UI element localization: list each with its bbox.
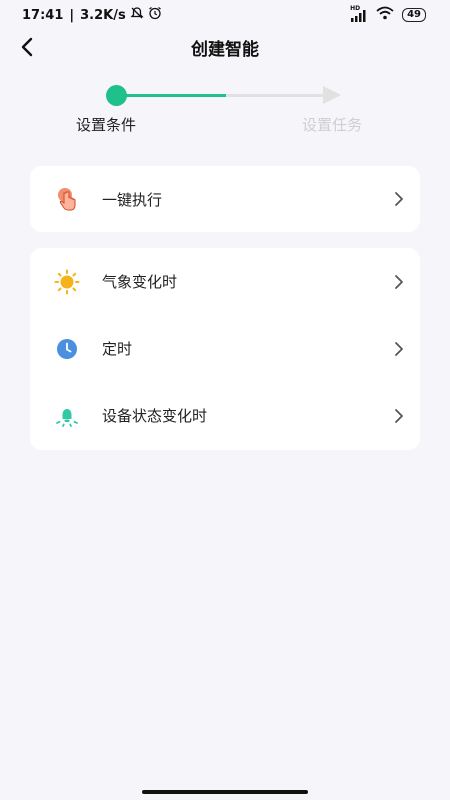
step-label-tasks: 设置任务: [302, 116, 363, 134]
battery-indicator: 49: [402, 8, 426, 22]
chevron-right-icon: [395, 341, 403, 356]
tap-hand-icon: [54, 186, 80, 212]
signal-icon: HD: [350, 5, 368, 22]
condition-label: 设备状态变化时: [102, 407, 208, 425]
status-right: HD 49: [350, 5, 426, 24]
step-arrow-icon: [323, 86, 341, 104]
mute-icon: [130, 6, 144, 24]
condition-label: 一键执行: [102, 190, 163, 209]
condition-label: 气象变化时: [102, 273, 178, 291]
chevron-right-icon: [395, 192, 403, 206]
page-title: 创建智能: [191, 39, 259, 60]
chevron-right-icon: [395, 408, 403, 423]
chevron-right-icon: [395, 274, 403, 289]
header: 创建智能: [0, 30, 450, 64]
stepper-progress-line: [116, 94, 228, 97]
alarm-icon: [148, 6, 162, 24]
status-bar: 17:41 | 3.2K/s HD 49: [0, 0, 450, 30]
device-bulb-icon: [54, 403, 80, 429]
step-label-conditions: 设置条件: [76, 116, 137, 134]
step-current-dot: [106, 85, 127, 106]
chevron-left-icon: [21, 37, 33, 57]
wifi-icon: [376, 6, 394, 24]
status-separator: |: [69, 7, 75, 23]
status-time: 17:41: [22, 7, 64, 23]
condition-item-device-state[interactable]: 设备状态变化时: [30, 382, 420, 449]
condition-label: 定时: [102, 340, 133, 358]
clock-icon: [54, 336, 80, 362]
condition-card-auto: 气象变化时 定时 设备状态变化时: [30, 248, 420, 450]
back-button[interactable]: [12, 32, 42, 62]
condition-item-timer[interactable]: 定时: [30, 315, 420, 382]
home-indicator[interactable]: [142, 790, 308, 794]
condition-card-manual: 一键执行: [30, 166, 420, 232]
status-net-speed: 3.2K/s: [80, 7, 126, 23]
condition-item-weather[interactable]: 气象变化时: [30, 248, 420, 315]
stepper-remaining-line: [226, 94, 326, 97]
sun-icon: [54, 269, 80, 295]
status-left: 17:41 | 3.2K/s: [22, 6, 162, 24]
condition-item-one-tap[interactable]: 一键执行: [30, 166, 420, 232]
